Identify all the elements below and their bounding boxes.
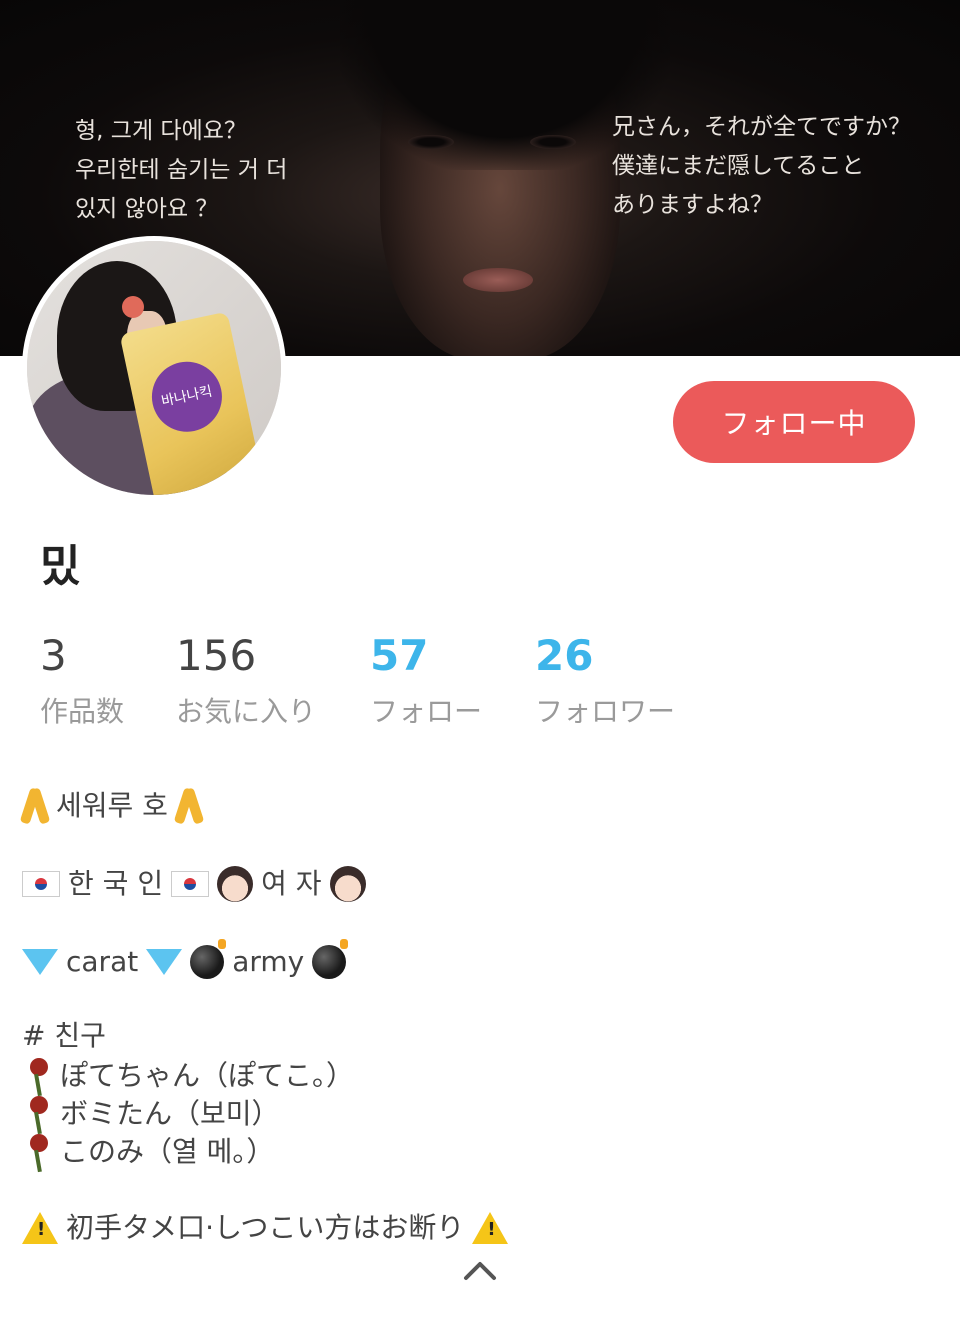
- stat-works-count: 3: [40, 631, 67, 680]
- banner-eye-right: [530, 135, 576, 149]
- wilted-rose-icon: [22, 1094, 52, 1134]
- korea-flag-icon: [22, 871, 60, 897]
- stat-favorites-label: お気に入り: [176, 695, 317, 728]
- bio-line-fandoms: carat army: [22, 939, 349, 982]
- gem-icon: [146, 949, 183, 975]
- bio-friend-name: ボミたん（보미）: [60, 1097, 280, 1130]
- bio-friend-item: ボミたん（보미）: [22, 1094, 280, 1134]
- wilted-rose-icon: [22, 1132, 52, 1172]
- bio-friend-name: このみ（열 메。）: [60, 1135, 275, 1168]
- avatar-snack-label: 바나나킥: [145, 355, 229, 439]
- stat-works-label: 作品数: [40, 695, 125, 728]
- bio-friend-item: ぽてちゃん（ぽてこ。）: [22, 1056, 354, 1096]
- yellow-ribbon-icon: [176, 788, 202, 824]
- bomb-icon: [312, 939, 349, 979]
- korea-flag-icon: [171, 871, 210, 897]
- chevron-up-icon[interactable]: [462, 1258, 498, 1282]
- bio-sewol-text: 세워루 호: [56, 789, 168, 822]
- girl-icon: [329, 866, 366, 902]
- bio-line-warning: ! 初手タメ口·しつこい方はお断り !: [22, 1208, 509, 1248]
- stat-following[interactable]: 57 フォロー: [370, 628, 482, 730]
- bio-korean-text: 한 국 인: [68, 867, 164, 900]
- bio-friends-heading: # 친구: [22, 1019, 106, 1052]
- username: 밌: [40, 530, 80, 594]
- wilted-rose-icon: [22, 1056, 52, 1096]
- bio-warning-text: 初手タメ口·しつこい方はお断り: [66, 1211, 465, 1244]
- following-button[interactable]: フォロー中: [673, 381, 915, 463]
- stat-followers-label: フォロワー: [535, 695, 676, 728]
- stat-favorites-count: 156: [176, 631, 257, 680]
- bio-friend-item: このみ（열 메。）: [22, 1132, 274, 1172]
- banner-quote-japanese: 兄さん，それが全てですか？ 僕達にまだ隠してること ありますよね？: [612, 114, 911, 218]
- warning-icon: !: [472, 1212, 509, 1244]
- avatar[interactable]: 바나나킥: [22, 236, 286, 500]
- warning-icon: !: [22, 1212, 58, 1244]
- bio-carat-text: carat: [66, 945, 139, 978]
- bomb-icon: [190, 939, 227, 979]
- gem-icon: [22, 949, 58, 975]
- banner-quote-korean: 형, 그게 다에요？ 우리한테 숨기는 거 더 있지 않아요 ？: [75, 118, 288, 222]
- girl-icon: [217, 866, 254, 902]
- stat-following-label: フォロー: [370, 695, 483, 728]
- stat-followers-count: 26: [535, 631, 594, 680]
- username-text: 밌: [40, 541, 81, 592]
- bio-line-sewol: 세워루 호: [22, 786, 202, 826]
- bio-line-identity: 한 국 인 여 자: [22, 864, 366, 904]
- stat-followers[interactable]: 26 フォロワー: [535, 628, 675, 730]
- stat-works[interactable]: 3 作品数: [40, 628, 124, 730]
- stat-following-count: 57: [370, 631, 429, 680]
- bio-friend-name: ぽてちゃん（ぽてこ。）: [60, 1059, 355, 1092]
- yellow-ribbon-icon: [22, 788, 48, 824]
- banner-lips: [463, 268, 533, 292]
- bio-girl-text: 여 자: [261, 867, 322, 900]
- bio-army-text: army: [232, 945, 305, 978]
- bio-line-friends-heading: # 친구: [22, 1016, 106, 1056]
- avatar-hairclip: [122, 296, 144, 318]
- banner-eye-left: [408, 135, 454, 149]
- stat-favorites[interactable]: 156 お気に入り: [176, 628, 316, 730]
